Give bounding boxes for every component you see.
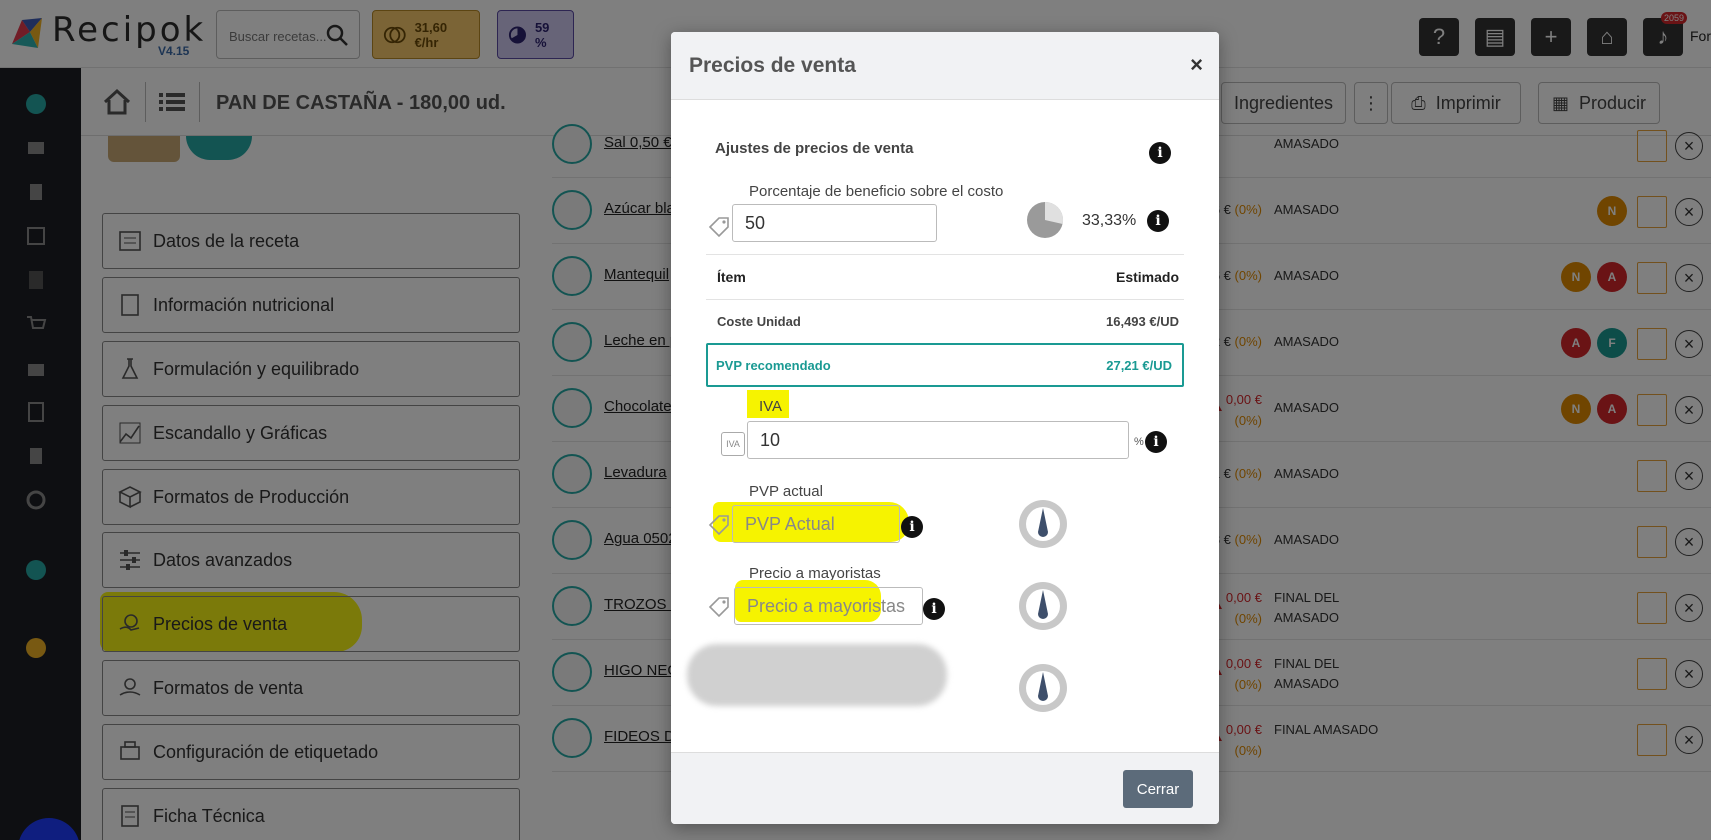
profit-pie-percent: 33,33% [1082,212,1137,229]
unit-cost-label: Coste Unidad [717,314,801,329]
gauge-icon [1019,664,1067,712]
info-icon[interactable]: i [1145,431,1167,453]
unit-cost-value: 16,493 €/UD [1106,314,1179,329]
profit-value: 50 [745,213,766,233]
pvp-actual-label: PVP actual [749,483,823,500]
redacted-area [687,644,947,706]
profit-label: Porcentaje de beneficio sobre el costo [749,183,1004,200]
iva-unit: % [1134,436,1144,448]
price-tag-icon [708,515,729,536]
modal-header: Precios de venta × [671,32,1219,100]
sale-prices-modal: Precios de venta × Ajustes de precios de… [671,32,1219,824]
iva-label: IVA [759,398,783,415]
table-divider [706,299,1184,300]
price-tag-icon [708,597,729,618]
profit-pie-icon [1027,201,1064,238]
iva-icon: IVA [721,432,745,456]
info-icon[interactable]: i [1147,210,1169,232]
iva-value: 10 [760,430,781,450]
pvp-recommended-value: 27,21 €/UD [1106,358,1172,373]
table-divider [706,254,1184,255]
iva-icon-text: IVA [726,439,740,449]
wholesale-placeholder: Precio a mayoristas [747,596,906,616]
close-button[interactable]: Cerrar [1123,770,1193,808]
table-header-estimated: Estimado [1115,269,1179,285]
modal-title: Precios de venta [689,54,856,77]
profit-percent-input[interactable]: 50 [732,204,937,242]
pvp-recommended-row: PVP recomendado 27,21 €/UD [706,343,1184,387]
pvp-actual-input[interactable]: PVP Actual [732,505,900,543]
info-icon[interactable]: i [923,598,945,620]
table-header-item: Ítem [717,269,746,285]
gauge-icon [1019,500,1067,548]
price-tag-icon [708,217,729,238]
settings-title: Ajustes de precios de venta [715,140,914,157]
pvp-recommended-label: PVP recomendado [716,358,831,373]
pvp-actual-placeholder: PVP Actual [745,514,835,534]
gauge-icon [1019,582,1067,630]
wholesale-input[interactable]: Precio a mayoristas [734,587,923,625]
info-icon[interactable]: i [1149,142,1171,164]
modal-footer: Cerrar [671,752,1219,824]
info-icon[interactable]: i [901,516,923,538]
iva-input[interactable]: 10 [747,421,1129,459]
close-icon[interactable]: × [1190,52,1203,78]
